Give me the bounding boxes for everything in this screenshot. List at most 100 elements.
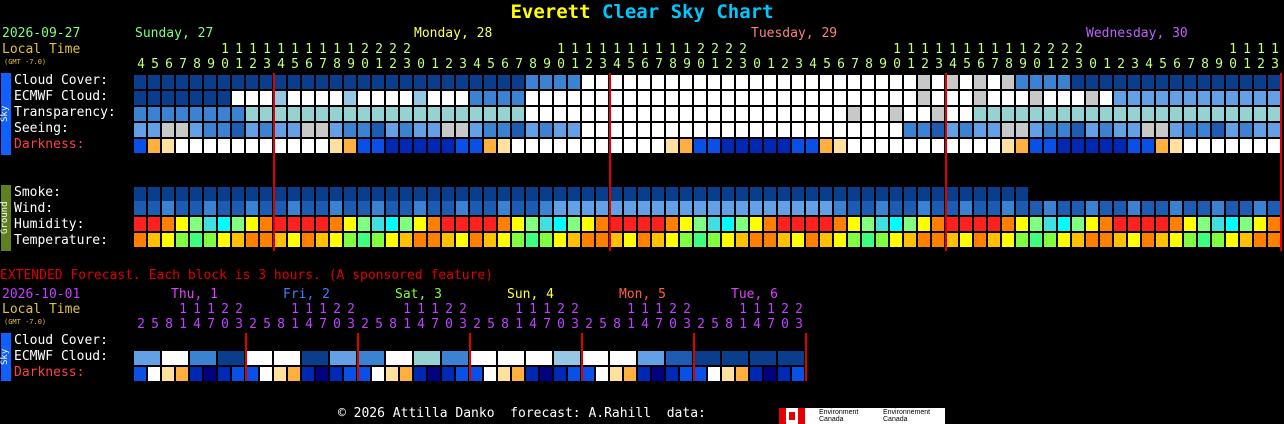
smoke-cell[interactable]	[204, 187, 216, 201]
darkness-cell[interactable]	[918, 139, 930, 153]
cloud-cover-cell[interactable]	[638, 75, 650, 89]
smoke-cell[interactable]	[358, 187, 370, 201]
transparency-cell[interactable]	[1114, 107, 1126, 121]
temperature-cell[interactable]	[750, 233, 762, 247]
humidity-cell[interactable]	[386, 217, 398, 231]
humidity-cell[interactable]	[1212, 217, 1224, 231]
humidity-cell[interactable]	[1156, 217, 1168, 231]
extended-ecmwf-cloud-cell[interactable]	[302, 351, 328, 365]
smoke-cell[interactable]	[148, 187, 160, 201]
temperature-cell[interactable]	[638, 233, 650, 247]
extended-darkness-cell[interactable]	[610, 367, 622, 381]
transparency-cell[interactable]	[876, 107, 888, 121]
temperature-cell[interactable]	[134, 233, 146, 247]
humidity-cell[interactable]	[946, 217, 958, 231]
wind-cell[interactable]	[470, 201, 482, 215]
humidity-cell[interactable]	[624, 217, 636, 231]
cloud-cover-cell[interactable]	[568, 75, 580, 89]
temperature-cell[interactable]	[470, 233, 482, 247]
wind-cell[interactable]	[904, 201, 916, 215]
seeing-cell[interactable]	[624, 123, 636, 137]
humidity-cell[interactable]	[470, 217, 482, 231]
smoke-cell[interactable]	[932, 187, 944, 201]
wind-cell[interactable]	[596, 201, 608, 215]
wind-cell[interactable]	[526, 201, 538, 215]
darkness-cell[interactable]	[1254, 139, 1266, 153]
smoke-cell[interactable]	[134, 187, 146, 201]
darkness-cell[interactable]	[1226, 139, 1238, 153]
darkness-cell[interactable]	[876, 139, 888, 153]
wind-cell[interactable]	[638, 201, 650, 215]
humidity-cell[interactable]	[582, 217, 594, 231]
humidity-cell[interactable]	[428, 217, 440, 231]
humidity-cell[interactable]	[1030, 217, 1042, 231]
wind-cell[interactable]	[372, 201, 384, 215]
seeing-cell[interactable]	[904, 123, 916, 137]
extended-darkness-cell[interactable]	[358, 367, 370, 381]
humidity-cell[interactable]	[722, 217, 734, 231]
seeing-cell[interactable]	[148, 123, 160, 137]
seeing-cell[interactable]	[540, 123, 552, 137]
humidity-cell[interactable]	[1016, 217, 1028, 231]
darkness-cell[interactable]	[750, 139, 762, 153]
ecmwf-cloud-cell[interactable]	[582, 91, 594, 105]
darkness-cell[interactable]	[372, 139, 384, 153]
darkness-cell[interactable]	[470, 139, 482, 153]
extended-darkness-cell[interactable]	[764, 367, 776, 381]
smoke-cell[interactable]	[246, 187, 258, 201]
wind-cell[interactable]	[1100, 201, 1112, 215]
cloud-cover-cell[interactable]	[1044, 75, 1056, 89]
darkness-cell[interactable]	[218, 139, 230, 153]
transparency-cell[interactable]	[988, 107, 1000, 121]
cloud-cover-cell[interactable]	[428, 75, 440, 89]
cloud-cover-cell[interactable]	[1198, 75, 1210, 89]
darkness-cell[interactable]	[316, 139, 328, 153]
seeing-cell[interactable]	[736, 123, 748, 137]
extended-ecmwf-cloud-cell[interactable]	[638, 351, 664, 365]
humidity-cell[interactable]	[1226, 217, 1238, 231]
transparency-cell[interactable]	[848, 107, 860, 121]
transparency-cell[interactable]	[134, 107, 146, 121]
seeing-cell[interactable]	[288, 123, 300, 137]
smoke-cell[interactable]	[274, 187, 286, 201]
extended-darkness-cell[interactable]	[232, 367, 244, 381]
extended-darkness-cell[interactable]	[344, 367, 356, 381]
humidity-cell[interactable]	[1058, 217, 1070, 231]
darkness-cell[interactable]	[694, 139, 706, 153]
ecmwf-cloud-cell[interactable]	[652, 91, 664, 105]
transparency-cell[interactable]	[148, 107, 160, 121]
temperature-cell[interactable]	[1198, 233, 1210, 247]
smoke-cell[interactable]	[400, 187, 412, 201]
cloud-cover-cell[interactable]	[764, 75, 776, 89]
wind-cell[interactable]	[1016, 201, 1028, 215]
wind-cell[interactable]	[750, 201, 762, 215]
temperature-cell[interactable]	[1114, 233, 1126, 247]
temperature-cell[interactable]	[1086, 233, 1098, 247]
darkness-cell[interactable]	[708, 139, 720, 153]
ecmwf-cloud-cell[interactable]	[610, 91, 622, 105]
ecmwf-cloud-cell[interactable]	[862, 91, 874, 105]
smoke-cell[interactable]	[974, 187, 986, 201]
extended-darkness-cell[interactable]	[176, 367, 188, 381]
extended-darkness-cell[interactable]	[568, 367, 580, 381]
ecmwf-cloud-cell[interactable]	[890, 91, 902, 105]
ecmwf-cloud-cell[interactable]	[1254, 91, 1266, 105]
cloud-cover-cell[interactable]	[162, 75, 174, 89]
smoke-cell[interactable]	[372, 187, 384, 201]
smoke-cell[interactable]	[190, 187, 202, 201]
ecmwf-cloud-cell[interactable]	[568, 91, 580, 105]
darkness-cell[interactable]	[862, 139, 874, 153]
wind-cell[interactable]	[624, 201, 636, 215]
smoke-cell[interactable]	[540, 187, 552, 201]
extended-darkness-cell[interactable]	[330, 367, 342, 381]
humidity-cell[interactable]	[442, 217, 454, 231]
cloud-cover-cell[interactable]	[1268, 75, 1280, 89]
seeing-cell[interactable]	[470, 123, 482, 137]
wind-cell[interactable]	[722, 201, 734, 215]
smoke-cell[interactable]	[484, 187, 496, 201]
ecmwf-cloud-cell[interactable]	[344, 91, 356, 105]
temperature-cell[interactable]	[344, 233, 356, 247]
transparency-cell[interactable]	[218, 107, 230, 121]
extended-darkness-cell[interactable]	[708, 367, 720, 381]
wind-cell[interactable]	[764, 201, 776, 215]
